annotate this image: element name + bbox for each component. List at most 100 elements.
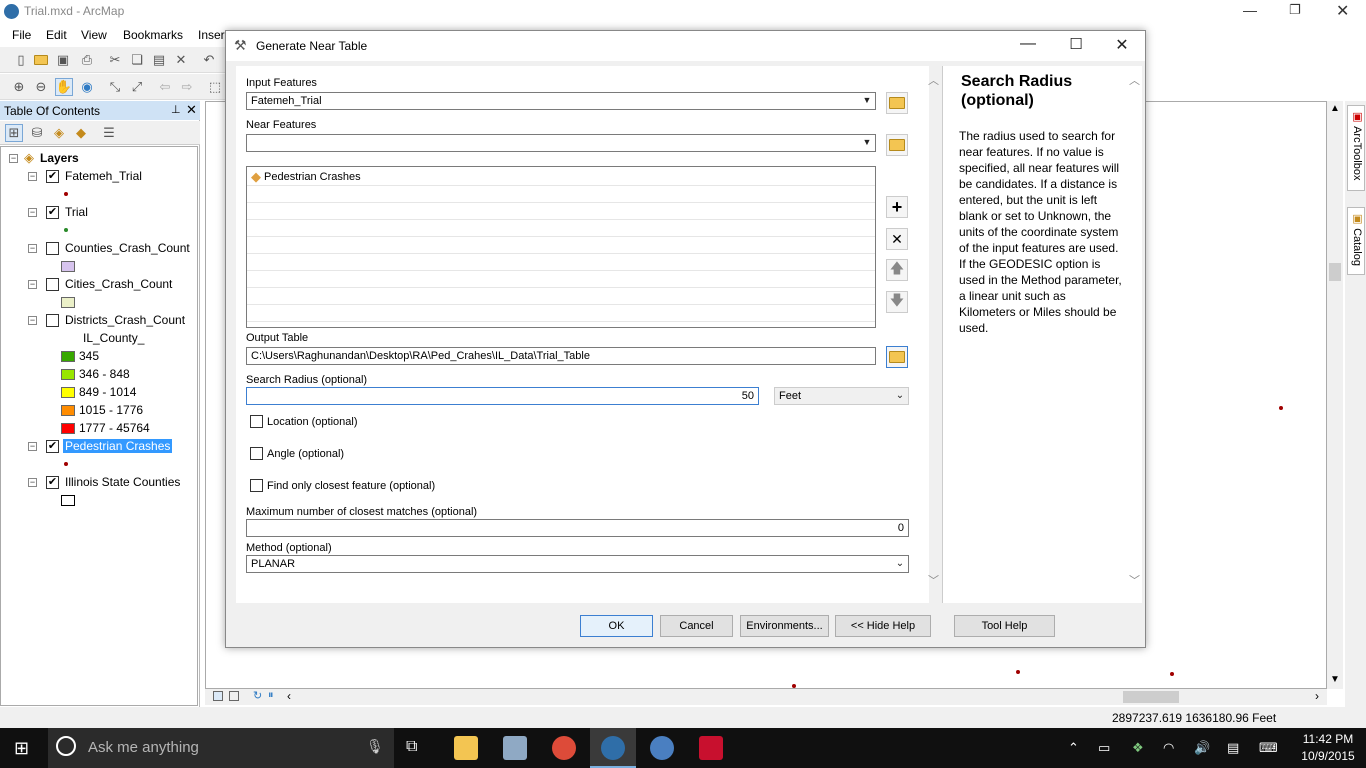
menu-insert[interactable]: Inser xyxy=(198,28,225,42)
ok-button[interactable]: OK xyxy=(580,615,653,637)
angle-checkbox[interactable] xyxy=(250,447,263,460)
scroll-left-icon[interactable]: ‹ xyxy=(287,689,291,703)
scroll-thumb[interactable] xyxy=(1123,691,1179,703)
layer-visibility-checkbox[interactable] xyxy=(46,277,59,291)
near-features-list[interactable]: ◆ Pedestrian Crashes xyxy=(246,166,876,328)
near-features-combo[interactable]: ▼ xyxy=(246,134,876,152)
chevron-down-icon[interactable]: ⌄ xyxy=(894,558,906,570)
layer-row[interactable]: − ✔ Trial xyxy=(28,203,88,221)
select-features-icon[interactable]: ⬚ xyxy=(206,78,224,96)
angle-option[interactable]: Angle (optional) xyxy=(250,447,344,460)
scroll-thumb[interactable] xyxy=(1329,263,1341,281)
collapse-icon[interactable]: − xyxy=(28,279,37,289)
input-features-combo[interactable]: Fatemeh_Trial ▼ xyxy=(246,92,876,110)
options-icon[interactable]: ☰ xyxy=(100,124,118,142)
battery-icon[interactable]: ▭ xyxy=(1098,740,1110,756)
location-checkbox[interactable] xyxy=(250,415,263,428)
refresh-icon[interactable]: ↻ xyxy=(253,689,262,702)
layers-root[interactable]: − ◈ Layers xyxy=(9,149,79,167)
scroll-up-icon[interactable]: ︿ xyxy=(1129,72,1140,88)
collapse-icon[interactable]: − xyxy=(28,441,37,451)
layer-visibility-checkbox[interactable] xyxy=(46,313,59,327)
zoom-out-icon[interactable]: ⊖ xyxy=(32,78,50,96)
list-item[interactable]: ◆ Pedestrian Crashes xyxy=(251,169,361,185)
menu-edit[interactable]: Edit xyxy=(46,28,67,42)
full-extent-icon[interactable]: ◉ xyxy=(78,78,96,96)
scroll-right-icon[interactable]: › xyxy=(1315,689,1319,703)
zoom-in-icon[interactable]: ⊕ xyxy=(10,78,28,96)
collapse-icon[interactable]: − xyxy=(28,243,37,253)
restore-icon[interactable]: ❐ xyxy=(1289,2,1301,18)
linear-unit-select[interactable]: Feet ⌄ xyxy=(774,387,909,405)
search-radius-input[interactable]: 50 xyxy=(246,387,759,405)
scroll-down-icon[interactable]: ▼ xyxy=(1330,674,1340,685)
show-hidden-icons-icon[interactable]: ⌃ xyxy=(1068,740,1079,756)
chrome-icon[interactable] xyxy=(552,736,576,760)
browse-near-button[interactable] xyxy=(886,134,908,156)
collapse-icon[interactable]: − xyxy=(28,171,37,181)
layer-visibility-checkbox[interactable]: ✔ xyxy=(46,439,59,453)
save-icon[interactable]: ▣ xyxy=(54,51,72,69)
map-vertical-scrollbar[interactable]: ▲ ▼ xyxy=(1327,101,1343,689)
keyboard-icon[interactable]: ⌨ xyxy=(1259,740,1278,756)
layer-visibility-checkbox[interactable]: ✔ xyxy=(46,205,59,219)
move-up-icon[interactable]: 🡅 xyxy=(886,259,908,281)
layer-row[interactable]: − ✔ Fatemeh_Trial xyxy=(28,167,142,185)
chevron-down-icon[interactable]: ▼ xyxy=(861,137,873,149)
pan-icon[interactable]: ✋ xyxy=(55,78,73,96)
list-by-selection-icon[interactable]: ◆ xyxy=(72,124,90,142)
volume-icon[interactable]: 🔊 xyxy=(1194,740,1210,756)
clock-time[interactable]: 11:42 PM xyxy=(1300,732,1356,746)
layer-row[interactable]: − Districts_Crash_Count xyxy=(28,311,185,329)
chevron-down-icon[interactable]: ▼ xyxy=(861,95,873,107)
move-down-icon[interactable]: 🡇 xyxy=(886,291,908,313)
layer-visibility-checkbox[interactable]: ✔ xyxy=(46,475,59,489)
print-icon[interactable]: ⎙ xyxy=(78,51,96,69)
list-by-source-icon[interactable]: ⛁ xyxy=(28,124,46,142)
pin-icon[interactable]: ⊥ xyxy=(171,103,181,116)
network-app-icon[interactable] xyxy=(503,736,527,760)
dialog-title-bar[interactable]: ⚒ Generate Near Table — ☐ ✕ xyxy=(226,31,1145,61)
layer-visibility-checkbox[interactable]: ✔ xyxy=(46,169,59,183)
fixed-zoom-out-icon[interactable]: ⤢ xyxy=(128,78,146,96)
minimize-icon[interactable]: — xyxy=(1014,35,1042,57)
start-icon[interactable]: ⊞ xyxy=(14,738,29,759)
back-icon[interactable]: ⇦ xyxy=(156,78,174,96)
action-center-icon[interactable]: ▤ xyxy=(1227,740,1239,756)
fixed-zoom-in-icon[interactable]: ⤡ xyxy=(106,78,124,96)
add-icon[interactable]: + xyxy=(886,196,908,218)
closest-checkbox[interactable] xyxy=(250,479,263,492)
delete-icon[interactable]: ✕ xyxy=(172,51,190,69)
parameters-scrollbar[interactable]: ︿ ﹀ xyxy=(928,66,939,603)
minimize-icon[interactable]: — xyxy=(1243,2,1257,18)
catalog-tab[interactable]: ▣ Catalog xyxy=(1347,207,1365,275)
task-view-icon[interactable]: ⧉ xyxy=(406,738,417,756)
menu-view[interactable]: View xyxy=(81,28,107,42)
cancel-button[interactable]: Cancel xyxy=(660,615,733,637)
wifi-icon[interactable]: ◠ xyxy=(1163,740,1174,756)
layout-view-icon[interactable] xyxy=(229,691,239,701)
list-by-drawing-order-icon[interactable]: ⊞ xyxy=(5,124,23,142)
location-option[interactable]: Location (optional) xyxy=(250,415,358,428)
map-horizontal-scrollbar[interactable]: ↻ ⏸ ‹ › xyxy=(205,689,1327,705)
list-by-visibility-icon[interactable]: ◈ xyxy=(50,124,68,142)
cut-icon[interactable]: ✂ xyxy=(106,51,124,69)
data-view-icon[interactable] xyxy=(213,691,223,701)
tool-help-button[interactable]: Tool Help xyxy=(954,615,1055,637)
browse-output-button[interactable] xyxy=(886,346,908,368)
clock-date[interactable]: 10/9/2015 xyxy=(1300,749,1356,763)
menu-file[interactable]: File xyxy=(12,28,31,42)
cortana-search-box[interactable]: Ask me anything 🎙 xyxy=(48,728,394,768)
scroll-down-icon[interactable]: ﹀ xyxy=(928,572,939,588)
method-select[interactable]: PLANAR ⌄ xyxy=(246,555,909,573)
arctoolbox-tab[interactable]: ▣ ArcToolbox xyxy=(1347,105,1365,191)
browse-input-button[interactable] xyxy=(886,92,908,114)
collapse-icon[interactable]: − xyxy=(28,315,37,325)
forward-icon[interactable]: ⇨ xyxy=(178,78,196,96)
maximize-icon[interactable]: ☐ xyxy=(1062,35,1090,57)
open-icon[interactable] xyxy=(32,51,50,69)
remove-icon[interactable]: ✕ xyxy=(886,228,908,250)
microphone-icon[interactable]: 🎙 xyxy=(366,738,384,755)
undo-icon[interactable]: ↶ xyxy=(200,51,218,69)
collapse-icon[interactable]: − xyxy=(9,153,18,163)
